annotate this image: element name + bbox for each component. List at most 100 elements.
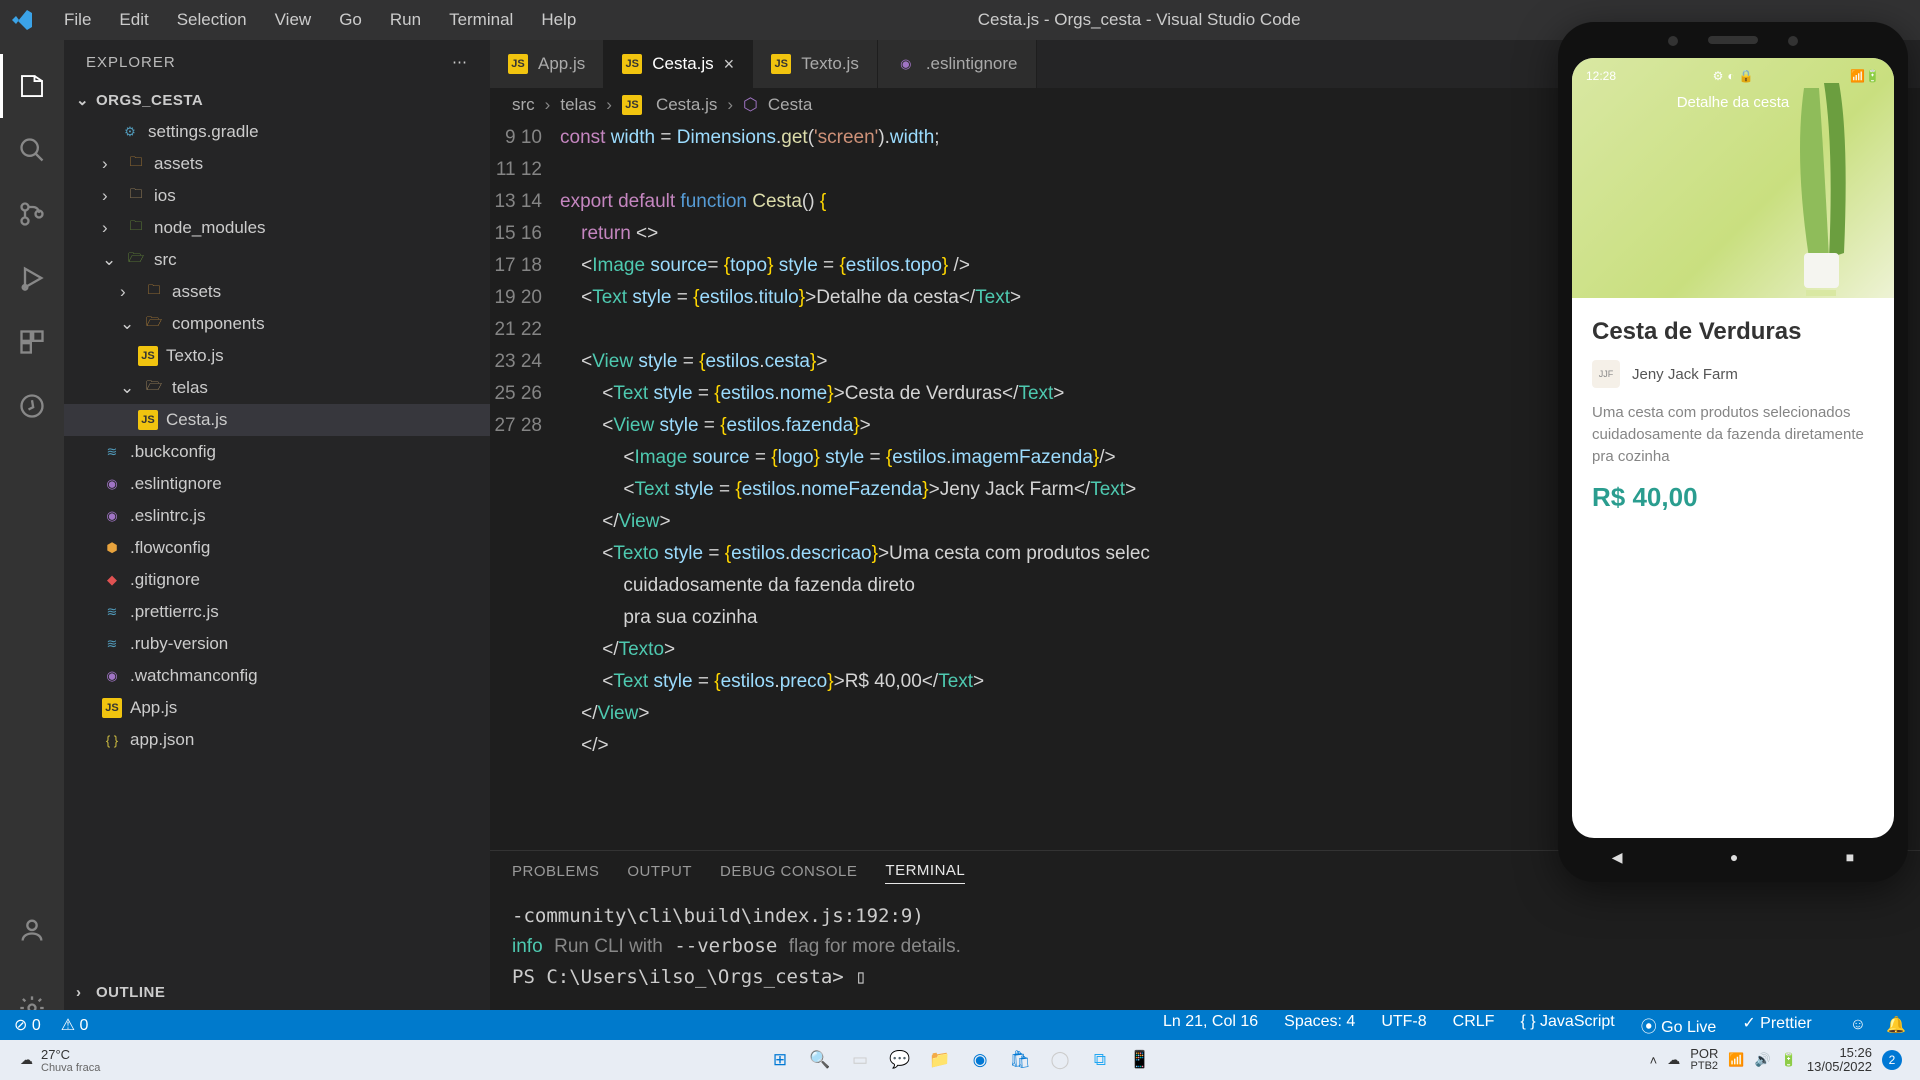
tree-item[interactable]: ›🗀ios	[64, 180, 490, 212]
tree-item[interactable]: ›🗀node_modules	[64, 212, 490, 244]
status-item[interactable]: Ln 21, Col 16	[1163, 1013, 1258, 1037]
chevron-up-icon[interactable]: ˄	[1650, 1053, 1658, 1068]
home-icon[interactable]: ●	[1730, 849, 1738, 865]
panel-tab[interactable]: PROBLEMS	[512, 863, 599, 884]
menu-terminal[interactable]: Terminal	[437, 6, 525, 34]
more-icon[interactable]: ⋯	[452, 53, 468, 71]
explorer-sidebar: EXPLORER ⋯ ⌄ORGS_CESTA ⚙settings.gradle›…	[64, 40, 490, 1040]
onedrive-icon[interactable]: ☁	[1667, 1052, 1680, 1068]
tree-item[interactable]: ⚙settings.gradle	[64, 116, 490, 148]
editor-tab[interactable]: ◉.eslintignore	[878, 40, 1037, 88]
live-icon[interactable]	[0, 374, 64, 438]
product-title: Cesta de Verduras	[1592, 318, 1874, 346]
explorer-icon[interactable]	[0, 54, 64, 118]
dell-icon[interactable]: ◯	[1045, 1045, 1075, 1075]
menu-selection[interactable]: Selection	[165, 6, 259, 34]
emulator-icon[interactable]: 📱	[1125, 1045, 1155, 1075]
status-item[interactable]: { } JavaScript	[1520, 1013, 1614, 1037]
tree-item[interactable]: { }app.json	[64, 724, 490, 756]
tree-item[interactable]: ⌄🗁components	[64, 308, 490, 340]
status-item[interactable]: ⦿ Go Live	[1641, 1013, 1717, 1037]
wifi-icon[interactable]: 📶	[1728, 1052, 1744, 1068]
close-icon[interactable]: ×	[724, 54, 735, 75]
taskview-icon[interactable]: ▭	[845, 1045, 875, 1075]
tree-item[interactable]: ◉.eslintrc.js	[64, 500, 490, 532]
windows-taskbar: ☁ 27°C Chuva fraca ⊞ 🔍 ▭ 💬 📁 ◉ 🛍 ◯ ⧉ 📱 ˄…	[0, 1040, 1920, 1080]
tree-item[interactable]: JSApp.js	[64, 692, 490, 724]
tree-item[interactable]: ◉.watchmanconfig	[64, 660, 490, 692]
status-item[interactable]: UTF-8	[1381, 1013, 1426, 1037]
menu-help[interactable]: Help	[529, 6, 588, 34]
weather-icon: ☁	[20, 1052, 33, 1068]
status-item[interactable]: ✓ Prettier	[1742, 1013, 1811, 1037]
phone-hero: Detalhe da cesta	[1572, 58, 1894, 298]
chat-icon[interactable]: 💬	[885, 1045, 915, 1075]
start-icon[interactable]: ⊞	[765, 1045, 795, 1075]
back-icon[interactable]: ◀	[1612, 849, 1623, 866]
lang-1: POR	[1690, 1047, 1718, 1060]
tree-item[interactable]: ◉.eslintignore	[64, 468, 490, 500]
run-debug-icon[interactable]	[0, 246, 64, 310]
explorer-label: EXPLORER	[86, 54, 176, 71]
weather-widget[interactable]: ☁ 27°C Chuva fraca	[0, 1047, 100, 1074]
battery-icon[interactable]: 🔋	[1781, 1052, 1797, 1068]
lang-2: PTB2	[1690, 1060, 1718, 1073]
search-icon[interactable]	[0, 118, 64, 182]
tree-item[interactable]: ≋.ruby-version	[64, 628, 490, 660]
volume-icon[interactable]: 🔊	[1755, 1052, 1771, 1068]
extensions-icon[interactable]	[0, 310, 64, 374]
status-item[interactable]: CRLF	[1453, 1013, 1495, 1037]
tree-item[interactable]: ›🗀assets	[64, 148, 490, 180]
tree-item[interactable]: JSCesta.js	[64, 404, 490, 436]
status-errors[interactable]: ⊘ 0	[14, 1015, 41, 1035]
panel-tab[interactable]: TERMINAL	[885, 862, 965, 884]
tree-item[interactable]: ≋.buckconfig	[64, 436, 490, 468]
bell-icon[interactable]: 🔔	[1886, 1015, 1906, 1035]
panel-tab[interactable]: DEBUG CONSOLE	[720, 863, 857, 884]
editor-tab[interactable]: JSApp.js	[490, 40, 604, 88]
tree-item[interactable]: ›🗀assets	[64, 276, 490, 308]
android-emulator[interactable]: 12:28 ⚙◐🔒 📶🔋 Detalhe da cesta Cesta de V…	[1558, 22, 1908, 882]
phone-status-bar: 12:28 ⚙◐🔒 📶🔋	[1572, 64, 1894, 88]
tree-item[interactable]: ⬢.flowconfig	[64, 532, 490, 564]
menu-edit[interactable]: Edit	[107, 6, 160, 34]
project-section[interactable]: ⌄ORGS_CESTA	[64, 84, 490, 116]
edge-icon[interactable]: ◉	[965, 1045, 995, 1075]
breadcrumb-item[interactable]: Cesta.js	[656, 95, 717, 115]
editor-tab[interactable]: JSTexto.js	[753, 40, 878, 88]
menu-go[interactable]: Go	[327, 6, 374, 34]
explorer-icon[interactable]: 📁	[925, 1045, 955, 1075]
tree-item[interactable]: ◆.gitignore	[64, 564, 490, 596]
menu-file[interactable]: File	[52, 6, 103, 34]
menu-run[interactable]: Run	[378, 6, 433, 34]
main-menu: FileEditSelectionViewGoRunTerminalHelp	[52, 6, 588, 34]
status-item[interactable]: Spaces: 4	[1284, 1013, 1355, 1037]
panel-tab[interactable]: OUTPUT	[627, 863, 692, 884]
editor-tab[interactable]: JSCesta.js×	[604, 40, 753, 88]
tree-item[interactable]: JSTexto.js	[64, 340, 490, 372]
feedback-icon[interactable]: ☺	[1850, 1016, 1866, 1034]
breadcrumb-item[interactable]: telas	[560, 95, 596, 115]
leek-image	[1774, 78, 1864, 298]
system-tray[interactable]: ˄ ☁ POR PTB2 📶 🔊 🔋 15:26 13/05/2022 2	[1650, 1046, 1920, 1074]
outline-section[interactable]: ›OUTLINE	[64, 976, 490, 1008]
farm-name: Jeny Jack Farm	[1632, 366, 1738, 383]
source-control-icon[interactable]	[0, 182, 64, 246]
breadcrumb-item[interactable]: src	[512, 95, 535, 115]
clock[interactable]: 15:26 13/05/2022	[1807, 1046, 1872, 1074]
store-icon[interactable]: 🛍	[1005, 1045, 1035, 1075]
file-tree: ⚙settings.gradle›🗀assets›🗀ios›🗀node_modu…	[64, 116, 490, 976]
breadcrumb-item[interactable]: Cesta	[768, 95, 812, 115]
notification-icon[interactable]: 2	[1882, 1050, 1902, 1070]
tree-item[interactable]: ⌄🗁telas	[64, 372, 490, 404]
vscode-icon[interactable]: ⧉	[1085, 1045, 1115, 1075]
farm-row: JJF Jeny Jack Farm	[1592, 360, 1874, 388]
search-icon[interactable]: 🔍	[805, 1045, 835, 1075]
status-warnings[interactable]: ⚠ 0	[61, 1015, 89, 1035]
menu-view[interactable]: View	[263, 6, 324, 34]
recent-icon[interactable]: ■	[1846, 849, 1854, 865]
tree-item[interactable]: ≋.prettierrc.js	[64, 596, 490, 628]
phone-screen: 12:28 ⚙◐🔒 📶🔋 Detalhe da cesta Cesta de V…	[1572, 58, 1894, 838]
account-icon[interactable]	[0, 898, 64, 962]
tree-item[interactable]: ⌄🗁src	[64, 244, 490, 276]
